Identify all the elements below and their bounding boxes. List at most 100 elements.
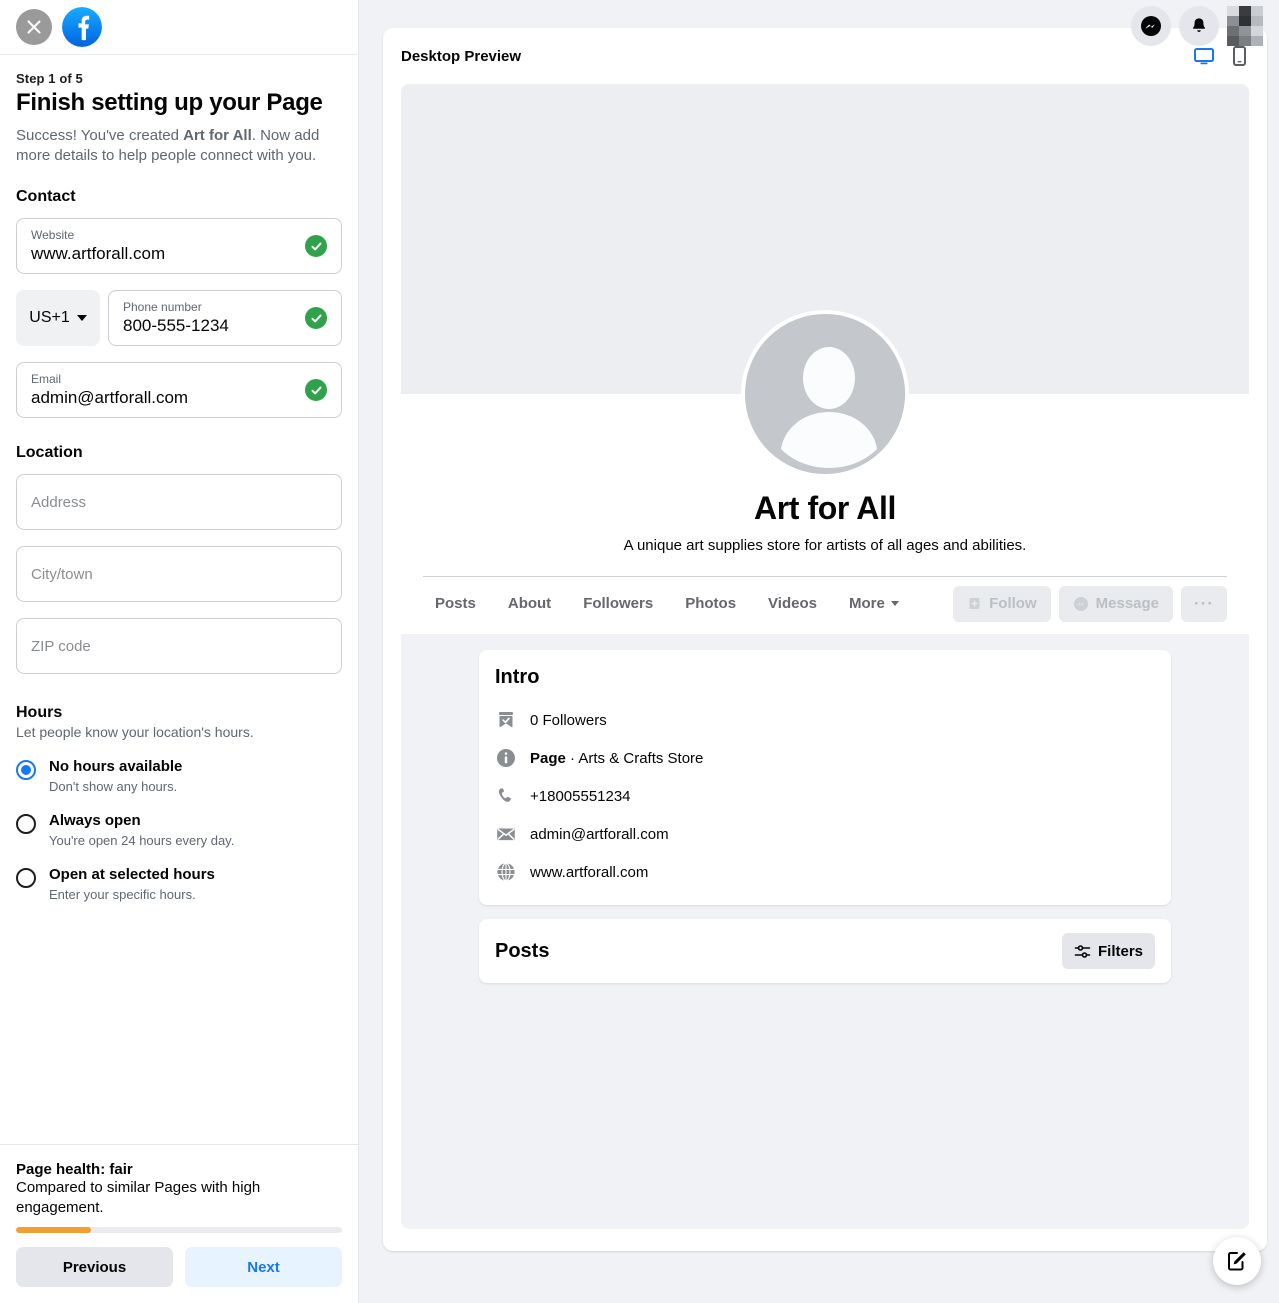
intro-heading: Intro: [495, 666, 1155, 689]
filters-label: Filters: [1098, 943, 1143, 960]
tab-photos[interactable]: Photos: [673, 585, 748, 622]
followers-flag-check-icon: [495, 709, 517, 731]
page-phone: +18005551234: [530, 788, 631, 805]
phone-icon: [495, 785, 517, 807]
step-indicator: Step 1 of 5: [16, 71, 342, 86]
intro-item-website: www.artforall.com: [495, 853, 1155, 891]
zip-input[interactable]: ZIP code: [16, 618, 342, 674]
country-code-value: US+1: [29, 309, 69, 327]
mobile-phone-icon[interactable]: [1229, 45, 1249, 67]
page-health-title: Page health: fair: [16, 1161, 342, 1178]
option-title: Open at selected hours: [49, 866, 215, 885]
page-category: Page · Arts & Crafts Store: [530, 750, 703, 767]
contact-heading: Contact: [16, 188, 342, 206]
info-circle-icon: [495, 747, 517, 769]
sidebar-footer: Page health: fair Compared to similar Pa…: [0, 1144, 358, 1303]
default-avatar-icon: [745, 314, 909, 478]
page-title: Finish setting up your Page: [16, 89, 342, 118]
close-icon[interactable]: [16, 9, 52, 45]
tab-followers[interactable]: Followers: [571, 585, 665, 622]
posts-heading: Posts: [495, 940, 549, 963]
tab-more[interactable]: More: [837, 585, 911, 622]
page-email: admin@artforall.com: [530, 826, 669, 843]
sliders-icon: [1074, 943, 1091, 960]
page-feed: Intro 0 Followers: [401, 634, 1249, 999]
previous-button[interactable]: Previous: [16, 1247, 173, 1287]
page-category-rest: · Arts & Crafts Store: [566, 750, 704, 767]
desktop-monitor-icon[interactable]: [1193, 45, 1215, 67]
option-subtitle: Don't show any hours.: [49, 779, 182, 794]
intro-item-category: Page · Arts & Crafts Store: [495, 739, 1155, 777]
envelope-icon: [495, 823, 517, 845]
desc-page-name: Art for All: [183, 127, 252, 144]
more-options-button[interactable]: ···: [1181, 586, 1227, 622]
setup-sidebar: Step 1 of 5 Finish setting up your Page …: [0, 0, 359, 1303]
page-bio: A unique art supplies store for artists …: [401, 537, 1249, 554]
website-field[interactable]: Website www.artforall.com: [16, 218, 342, 274]
messenger-icon[interactable]: [1131, 6, 1171, 46]
address-input[interactable]: Address: [16, 474, 342, 530]
website-label: Website: [31, 228, 74, 242]
tab-more-label: More: [849, 595, 885, 612]
city-input[interactable]: City/town: [16, 546, 342, 602]
posts-card: Posts Filters: [479, 919, 1171, 983]
hours-option-selected-hours[interactable]: Open at selected hours Enter your specif…: [16, 866, 342, 902]
device-toggle: [1193, 45, 1249, 67]
option-title: No hours available: [49, 758, 182, 777]
hours-subtitle: Let people know your location's hours.: [16, 724, 342, 740]
tab-posts[interactable]: Posts: [423, 585, 488, 622]
bell-icon[interactable]: [1179, 6, 1219, 46]
email-field[interactable]: Email admin@artforall.com: [16, 362, 342, 418]
facebook-logo-icon[interactable]: [62, 7, 102, 47]
ellipsis-icon: ···: [1194, 594, 1214, 614]
close-glyph: [26, 19, 42, 35]
create-post-edit-icon[interactable]: [1213, 1237, 1261, 1285]
preview-panel: Desktop Preview: [359, 0, 1279, 1303]
phone-label: Phone number: [123, 300, 202, 314]
avatar[interactable]: [1227, 6, 1263, 46]
desktop-preview-card: Desktop Preview: [383, 28, 1267, 1251]
filters-button[interactable]: Filters: [1062, 933, 1155, 969]
address-placeholder: Address: [31, 494, 86, 511]
follow-button[interactable]: Follow: [953, 586, 1051, 622]
global-topbar-icons: [1131, 6, 1263, 46]
profile-header: Art for All A unique art supplies store …: [401, 394, 1249, 634]
phone-field[interactable]: Phone number 800-555-1234: [108, 290, 342, 346]
page-action-buttons: Follow Message ···: [953, 586, 1227, 622]
page-health-description: Compared to similar Pages with high enga…: [16, 1178, 342, 1217]
chevron-down-icon: [891, 601, 899, 606]
sidebar-topbar: [0, 0, 358, 55]
page-tabs-row: Posts About Followers Photos Videos More: [401, 577, 1249, 634]
sidebar-content: Step 1 of 5 Finish setting up your Page …: [0, 55, 358, 1144]
city-placeholder: City/town: [31, 566, 93, 583]
phone-value: 800-555-1234: [123, 316, 229, 336]
hours-heading: Hours: [16, 704, 342, 722]
radio-icon[interactable]: [16, 868, 36, 888]
hours-option-always-open[interactable]: Always open You're open 24 hours every d…: [16, 812, 342, 848]
messenger-icon: [1073, 596, 1089, 612]
next-button[interactable]: Next: [185, 1247, 342, 1287]
radio-icon[interactable]: [16, 760, 36, 780]
tab-videos[interactable]: Videos: [756, 585, 829, 622]
page-health-progress-fill: [16, 1227, 91, 1233]
page-description: Success! You've created Art for All. Now…: [16, 126, 342, 167]
preview-title: Desktop Preview: [401, 48, 521, 65]
country-code-select[interactable]: US+1: [16, 290, 100, 346]
hours-option-no-hours[interactable]: No hours available Don't show any hours.: [16, 758, 342, 794]
zip-placeholder: ZIP code: [31, 638, 91, 655]
followers-count: 0 Followers: [530, 712, 607, 729]
facebook-page-preview: Art for All A unique art supplies store …: [401, 84, 1249, 1229]
phone-row: US+1 Phone number 800-555-1234: [16, 290, 342, 346]
follow-label: Follow: [989, 595, 1037, 612]
page-health-progress: [16, 1227, 342, 1233]
message-button[interactable]: Message: [1059, 586, 1173, 622]
tab-about[interactable]: About: [496, 585, 563, 622]
profile-picture-placeholder[interactable]: [741, 310, 909, 478]
chevron-down-icon: [77, 315, 87, 321]
page-category-bold: Page: [530, 750, 566, 767]
verified-check-icon: [305, 235, 327, 257]
page-tabs: Posts About Followers Photos Videos More: [423, 585, 953, 622]
option-title: Always open: [49, 812, 234, 831]
intro-item-phone: +18005551234: [495, 777, 1155, 815]
radio-icon[interactable]: [16, 814, 36, 834]
